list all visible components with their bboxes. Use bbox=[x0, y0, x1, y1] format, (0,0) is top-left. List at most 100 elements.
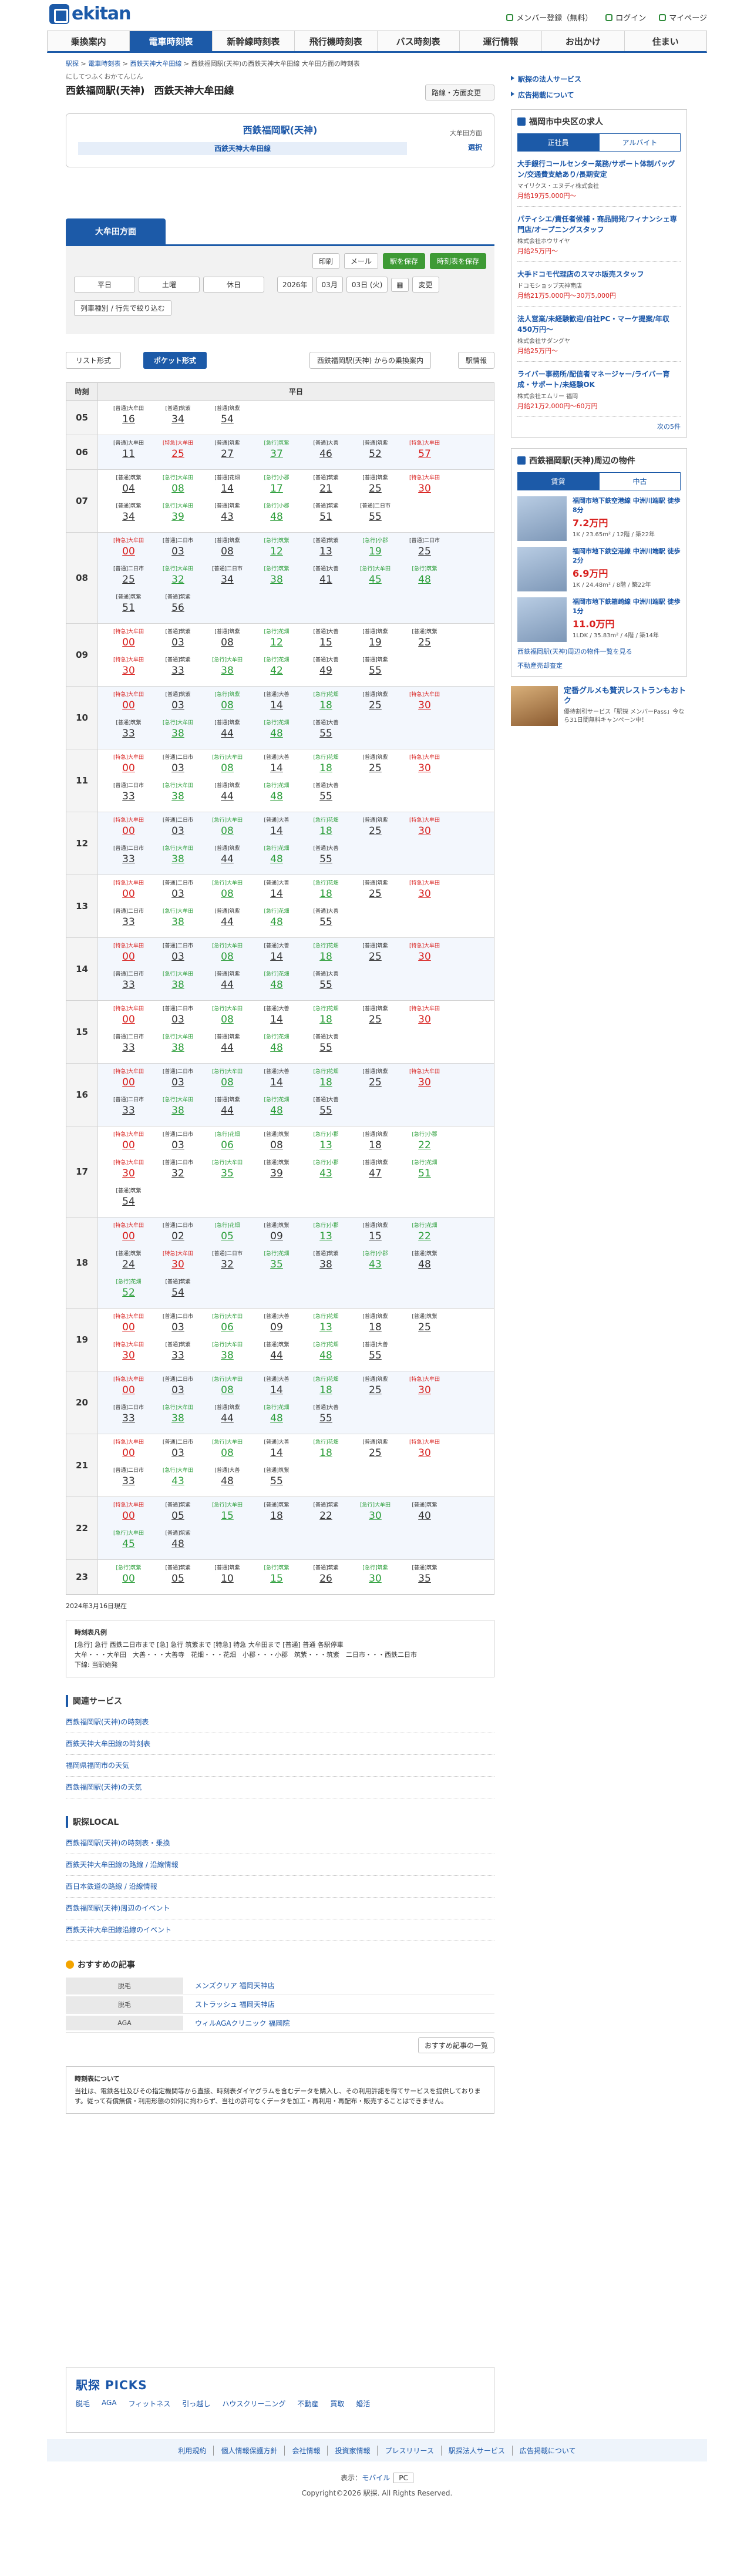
job-listing[interactable]: 法人営業/未経験歓迎/自社PC・マーケ提案/年収450万円～ 株式会社サダングヤ月… bbox=[517, 314, 681, 362]
departure[interactable]: [普通]大善 15 bbox=[301, 628, 351, 652]
picks-link[interactable]: 脱毛 bbox=[76, 2399, 90, 2409]
gourmet-ad[interactable]: 定番グルメも贅沢レストランもおトク 優待割引サービス「駅探 メンバーPass」今な… bbox=[511, 686, 687, 726]
departure[interactable]: [急行]花畑 51 bbox=[400, 1159, 449, 1183]
departure[interactable]: [普通]筑紫 19 bbox=[351, 628, 400, 652]
job-listing[interactable]: 大手銀行コールセンター業務/サポート体制バッグン/交通費支給あり/長期安定 マイリ… bbox=[517, 159, 681, 207]
departure[interactable]: [急行]大牟田 08 bbox=[203, 1439, 252, 1462]
departure[interactable]: [急行]小郡 13 bbox=[301, 1222, 351, 1246]
departure[interactable]: [普通]筑紫 08 bbox=[203, 628, 252, 652]
departure[interactable]: [普通]大善 49 bbox=[301, 657, 351, 680]
footer-link[interactable]: 利用規約 bbox=[171, 2445, 214, 2456]
departure[interactable]: [普通]筑紫 38 bbox=[301, 1250, 351, 1274]
departure[interactable]: [普通]大善 14 bbox=[252, 1005, 301, 1029]
departure[interactable]: [普通]筑紫 15 bbox=[351, 1222, 400, 1246]
departure[interactable]: [特急]大牟田 30 bbox=[400, 817, 449, 840]
list-view-button[interactable]: リスト形式 bbox=[66, 352, 122, 369]
departure[interactable]: [普通]大善 55 bbox=[301, 908, 351, 931]
departure[interactable]: [普通]二日市 33 bbox=[104, 1404, 153, 1428]
nav-housing[interactable]: 住まい bbox=[625, 31, 706, 51]
article-link[interactable]: ストラッシュ 福岡天神店 bbox=[183, 1999, 275, 2009]
departure[interactable]: [急行]花畑 18 bbox=[301, 691, 351, 715]
departure[interactable]: [普通]筑紫 05 bbox=[153, 1565, 203, 1588]
departure[interactable]: [普通]二日市 33 bbox=[104, 908, 153, 931]
departure[interactable]: [急行]大牟田 43 bbox=[153, 1467, 203, 1491]
mail-button[interactable]: メール bbox=[344, 253, 378, 269]
departure[interactable]: [特急]大牟田 00 bbox=[104, 1068, 153, 1092]
departure[interactable]: [普通]筑紫 51 bbox=[301, 503, 351, 526]
departure[interactable]: [普通]筑紫 10 bbox=[203, 1565, 252, 1588]
local-link[interactable]: 西鉄天神大牟田線の路線 / 沿線情報 bbox=[66, 1854, 494, 1876]
departure[interactable]: [普通]筑紫 48 bbox=[400, 1250, 449, 1274]
departure[interactable]: [特急]大牟田 30 bbox=[104, 657, 153, 680]
crumb-line[interactable]: 西鉄天神大牟田線 bbox=[130, 60, 181, 68]
tab-fulltime[interactable]: 正社員 bbox=[517, 133, 599, 152]
departure[interactable]: [普通]筑紫 26 bbox=[301, 1565, 351, 1588]
footer-link[interactable]: 投資家情報 bbox=[328, 2445, 378, 2456]
departure[interactable]: [急行]大牟田 38 bbox=[153, 845, 203, 869]
nav-outing[interactable]: お出かけ bbox=[542, 31, 625, 51]
departure[interactable]: [急行]花畑 48 bbox=[252, 1097, 301, 1120]
nav-bus[interactable]: バス時刻表 bbox=[378, 31, 460, 51]
departure[interactable]: [普通]筑紫 25 bbox=[400, 1313, 449, 1337]
departure[interactable]: [普通]大善 48 bbox=[203, 1467, 252, 1491]
station-name[interactable]: 西鉄福岡駅(天神) bbox=[78, 122, 482, 136]
departure[interactable]: [普通]二日市 34 bbox=[203, 566, 252, 589]
nav-shinkansen[interactable]: 新幹線時刻表 bbox=[213, 31, 295, 51]
departure[interactable]: [急行]筑紫 38 bbox=[252, 566, 301, 589]
departure[interactable]: [普通]二日市 33 bbox=[104, 1467, 153, 1491]
station-info-button[interactable]: 駅情報 bbox=[457, 352, 494, 369]
departure[interactable]: [普通]筑紫 25 bbox=[351, 1005, 400, 1029]
departure[interactable]: [普通]大善 14 bbox=[252, 1376, 301, 1400]
departure[interactable]: [普通]二日市 25 bbox=[104, 566, 153, 589]
departure[interactable]: [普通]筑紫 33 bbox=[153, 657, 203, 680]
day-weekday[interactable]: 平日 bbox=[74, 277, 135, 292]
departure[interactable]: [特急]大牟田 30 bbox=[400, 754, 449, 778]
property-listing[interactable]: 福岡市地下鉄空港線 中洲川端駅 徒歩8分 7.2万円 1K / 23.65m² / … bbox=[517, 496, 681, 541]
picks-logo[interactable]: 駅探 PICKS bbox=[76, 2376, 484, 2393]
departure[interactable]: [普通]筑紫 44 bbox=[203, 1097, 252, 1120]
departure[interactable]: [普通]筑紫 43 bbox=[203, 503, 252, 526]
departure[interactable]: [特急]大牟田 00 bbox=[104, 1131, 153, 1155]
departure[interactable]: [急行]大牟田 38 bbox=[153, 719, 203, 743]
picks-link[interactable]: ハウスクリーニング bbox=[222, 2399, 285, 2409]
departure[interactable]: [普通]筑紫 51 bbox=[104, 594, 153, 617]
departure[interactable]: [普通]筑紫 18 bbox=[252, 1502, 301, 1525]
related-link[interactable]: 西鉄天神大牟田線の時刻表 bbox=[66, 1733, 494, 1755]
departure[interactable]: [特急]大牟田 00 bbox=[104, 1005, 153, 1029]
departure[interactable]: [急行]大牟田 08 bbox=[203, 1068, 252, 1092]
departure[interactable]: [急行]大牟田 06 bbox=[203, 1313, 252, 1337]
nav-transfer[interactable]: 乗換案内 bbox=[48, 31, 130, 51]
departure[interactable]: [普通]二日市 32 bbox=[203, 1250, 252, 1274]
departure[interactable]: [普通]大善 55 bbox=[301, 971, 351, 994]
departure[interactable]: [急行]大牟田 38 bbox=[153, 908, 203, 931]
departure[interactable]: [急行]大牟田 08 bbox=[203, 943, 252, 966]
departure[interactable]: [普通]二日市 02 bbox=[153, 1222, 203, 1246]
departure[interactable]: [急行]花畑 48 bbox=[252, 1034, 301, 1057]
departure[interactable]: [普通]大善 55 bbox=[301, 719, 351, 743]
login-link[interactable]: ログイン bbox=[605, 12, 646, 23]
departure[interactable]: [特急]大牟田 25 bbox=[153, 440, 203, 463]
tab-parttime[interactable]: アルバイト bbox=[599, 133, 681, 152]
departure[interactable]: [普通]大善 55 bbox=[301, 1404, 351, 1428]
departure[interactable]: [普通]筑紫 05 bbox=[153, 1502, 203, 1525]
departure[interactable]: [急行]大牟田 38 bbox=[153, 1097, 203, 1120]
departure[interactable]: [急行]小郡 43 bbox=[301, 1159, 351, 1183]
picks-link[interactable]: 不動産 bbox=[297, 2399, 318, 2409]
departure[interactable]: [普通]筑紫 44 bbox=[203, 782, 252, 806]
departure[interactable]: [普通]筑紫 03 bbox=[153, 691, 203, 715]
filter-button[interactable]: 列車種別 / 行先で絞り込む bbox=[74, 300, 171, 316]
departure[interactable]: [急行]大牟田 08 bbox=[203, 817, 252, 840]
departure[interactable]: [普通]筑紫 55 bbox=[351, 657, 400, 680]
departure[interactable]: [特急]大牟田 30 bbox=[400, 1068, 449, 1092]
departure[interactable]: [普通]筑紫 47 bbox=[351, 1159, 400, 1183]
nav-train-timetable[interactable]: 電車時刻表 bbox=[130, 31, 213, 51]
departure[interactable]: [普通]筑紫 24 bbox=[104, 1250, 153, 1274]
picks-link[interactable]: 引っ越し bbox=[182, 2399, 210, 2409]
departure[interactable]: [普通]筑紫 25 bbox=[351, 880, 400, 903]
departure[interactable]: [急行]花畑 18 bbox=[301, 943, 351, 966]
local-link[interactable]: 西鉄福岡駅(天神)の時刻表・乗換 bbox=[66, 1832, 494, 1854]
departure[interactable]: [普通]筑紫 44 bbox=[203, 1034, 252, 1057]
departure[interactable]: [普通]筑紫 22 bbox=[301, 1502, 351, 1525]
day-select[interactable]: 03日 (火) bbox=[346, 277, 388, 292]
departure[interactable]: [普通]筑紫 54 bbox=[203, 405, 252, 429]
